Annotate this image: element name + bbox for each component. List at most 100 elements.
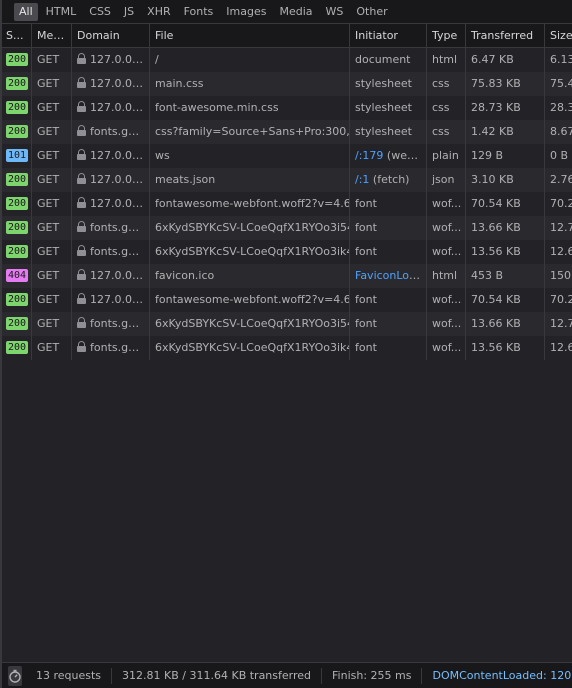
filter-button-xhr[interactable]: XHR bbox=[142, 3, 175, 21]
domain-cell: 127.0.0.1... bbox=[72, 96, 150, 120]
domain-cell: fonts.gs... bbox=[72, 336, 150, 360]
status-cell: 200 bbox=[2, 192, 32, 216]
method-cell: GET bbox=[32, 216, 72, 240]
transferred-cell: 13.56 KB bbox=[466, 336, 545, 360]
type-cell: css bbox=[427, 72, 466, 96]
status-cell: 200 bbox=[2, 48, 32, 72]
initiator-cell: /:1 (fetch) bbox=[350, 168, 427, 192]
filter-button-all[interactable]: All bbox=[14, 2, 38, 21]
domain-cell: fonts.gs... bbox=[72, 312, 150, 336]
request-row[interactable]: 200 GET fonts.gs... 6xKydSBYKcSV-LCoeQqfX1R… bbox=[2, 216, 572, 240]
domain-text: 127.0.0.1... bbox=[90, 269, 150, 282]
method-cell: GET bbox=[32, 120, 72, 144]
initiator-link[interactable]: FaviconLoa... bbox=[355, 269, 426, 282]
filter-button-fonts[interactable]: Fonts bbox=[179, 3, 219, 21]
lock-icon bbox=[77, 245, 86, 256]
column-header-method[interactable]: Met... bbox=[32, 24, 72, 48]
request-row[interactable]: 200 GET 127.0.0.1... font-awesome.min.css st… bbox=[2, 96, 572, 120]
domain-text: 127.0.0.1... bbox=[90, 77, 150, 90]
initiator-cell: font bbox=[350, 192, 427, 216]
initiator-cell: font bbox=[350, 216, 427, 240]
domain-text: 127.0.0.1... bbox=[90, 101, 150, 114]
initiator-text: font bbox=[355, 245, 377, 258]
status-badge: 200 bbox=[6, 220, 29, 234]
status-cell: 200 bbox=[2, 312, 32, 336]
status-badge: 200 bbox=[6, 196, 29, 210]
request-row[interactable]: 200 GET 127.0.0.1... main.css stylesheet css 7… bbox=[2, 72, 572, 96]
request-row[interactable]: 200 GET fonts.gs... 6xKydSBYKcSV-LCoeQqfX1R… bbox=[2, 240, 572, 264]
initiator-text: document bbox=[355, 53, 411, 66]
request-row[interactable]: 200 GET fonts.gs... 6xKydSBYKcSV-LCoeQqfX1R… bbox=[2, 312, 572, 336]
filter-button-images[interactable]: Images bbox=[221, 3, 271, 21]
filter-button-media[interactable]: Media bbox=[274, 3, 317, 21]
status-cell: 200 bbox=[2, 120, 32, 144]
file-cell: fontawesome-webfont.woff2?v=4.6.3 bbox=[150, 288, 350, 312]
lock-icon bbox=[77, 173, 86, 184]
filter-button-other[interactable]: Other bbox=[351, 3, 392, 21]
transferred-cell: 1.42 KB bbox=[466, 120, 545, 144]
status-badge: 200 bbox=[6, 340, 29, 354]
lock-icon bbox=[77, 269, 86, 280]
request-row[interactable]: 200 GET 127.0.0.1... meats.json/:1 (fetch) j… bbox=[2, 168, 572, 192]
initiator-cell: document bbox=[350, 48, 427, 72]
type-cell: json bbox=[427, 168, 466, 192]
column-header-type[interactable]: Type bbox=[427, 24, 466, 48]
method-cell: GET bbox=[32, 168, 72, 192]
performance-analysis-button[interactable] bbox=[8, 665, 22, 686]
domain-cell: 127.0.0.1... bbox=[72, 168, 150, 192]
request-count: 13 requests bbox=[36, 667, 113, 684]
transferred-cell: 13.66 KB bbox=[466, 216, 545, 240]
size-cell: 0 B bbox=[550, 149, 569, 162]
column-header-status[interactable]: S... bbox=[2, 24, 32, 48]
size-cell: 28.3 bbox=[550, 101, 572, 114]
initiator-cell: stylesheet bbox=[350, 96, 427, 120]
initiator-cell: FaviconLoa... bbox=[350, 264, 427, 288]
request-row[interactable]: 200 GET 127.0.0.1... fontawesome-webfont.wo… bbox=[2, 192, 572, 216]
request-row[interactable]: 200 GET 127.0.0.1... fontawesome-webfont.wo… bbox=[2, 288, 572, 312]
request-row[interactable]: 404 GET 127.0.0.1... favicon.ico FaviconLoa.… bbox=[2, 264, 572, 288]
transferred-cell: 28.73 KB bbox=[466, 96, 545, 120]
column-header-initiator[interactable]: Initiator bbox=[350, 24, 427, 48]
domain-cell: 127.0.0.1... bbox=[72, 72, 150, 96]
filter-button-ws[interactable]: WS bbox=[321, 3, 349, 21]
transferred-cell: 13.56 KB bbox=[466, 240, 545, 264]
method-cell: GET bbox=[32, 336, 72, 360]
initiator-link[interactable]: /:179 bbox=[355, 149, 383, 162]
request-row[interactable]: 101 GET 127.0.0.1... ws/:179 (webs... plain 1… bbox=[2, 144, 572, 168]
column-header-transferred[interactable]: Transferred bbox=[466, 24, 545, 48]
initiator-text: font bbox=[355, 221, 377, 234]
request-row[interactable]: 200 GET fonts.go... css?family=Source+Sans+… bbox=[2, 120, 572, 144]
status-cell: 200 bbox=[2, 72, 32, 96]
initiator-detail: (fetch) bbox=[369, 173, 410, 186]
transferred-cell: 129 B bbox=[466, 144, 545, 168]
column-header-file[interactable]: File bbox=[150, 24, 350, 48]
initiator-text: font bbox=[355, 197, 377, 210]
type-cell: wof... bbox=[427, 288, 466, 312]
request-row[interactable]: 200 GET 127.0.0.1... / document html 6.47 KB 6.… bbox=[2, 48, 572, 72]
status-cell: 200 bbox=[2, 288, 32, 312]
initiator-link[interactable]: /:1 bbox=[355, 173, 369, 186]
domain-cell: fonts.gs... bbox=[72, 216, 150, 240]
filter-button-js[interactable]: JS bbox=[119, 3, 139, 21]
initiator-text: stylesheet bbox=[355, 101, 412, 114]
type-cell: html bbox=[427, 48, 466, 72]
size-cell: 75.4 bbox=[550, 77, 572, 90]
status-cell: 200 bbox=[2, 168, 32, 192]
lock-icon bbox=[77, 317, 86, 328]
initiator-cell: font bbox=[350, 312, 427, 336]
domain-text: fonts.go... bbox=[90, 125, 146, 138]
method-cell: GET bbox=[32, 288, 72, 312]
request-row[interactable]: 200 GET fonts.gs... 6xKydSBYKcSV-LCoeQqfX1R… bbox=[2, 336, 572, 360]
size-cell: 12.7 bbox=[550, 221, 572, 234]
request-filter-bar: All HTML CSS JS XHR Fonts Images Media WS Other bbox=[2, 0, 572, 24]
filter-button-css[interactable]: CSS bbox=[84, 3, 116, 21]
size-cell: 8.67 bbox=[550, 125, 572, 138]
method-cell: GET bbox=[32, 264, 72, 288]
transferred-cell: 3.10 KB bbox=[466, 168, 545, 192]
initiator-cell: font bbox=[350, 240, 427, 264]
column-header-size[interactable]: Size bbox=[545, 24, 572, 48]
filter-button-html[interactable]: HTML bbox=[41, 3, 82, 21]
column-header-domain[interactable]: Domain bbox=[72, 24, 150, 48]
initiator-cell: font bbox=[350, 288, 427, 312]
lock-icon bbox=[77, 101, 86, 112]
